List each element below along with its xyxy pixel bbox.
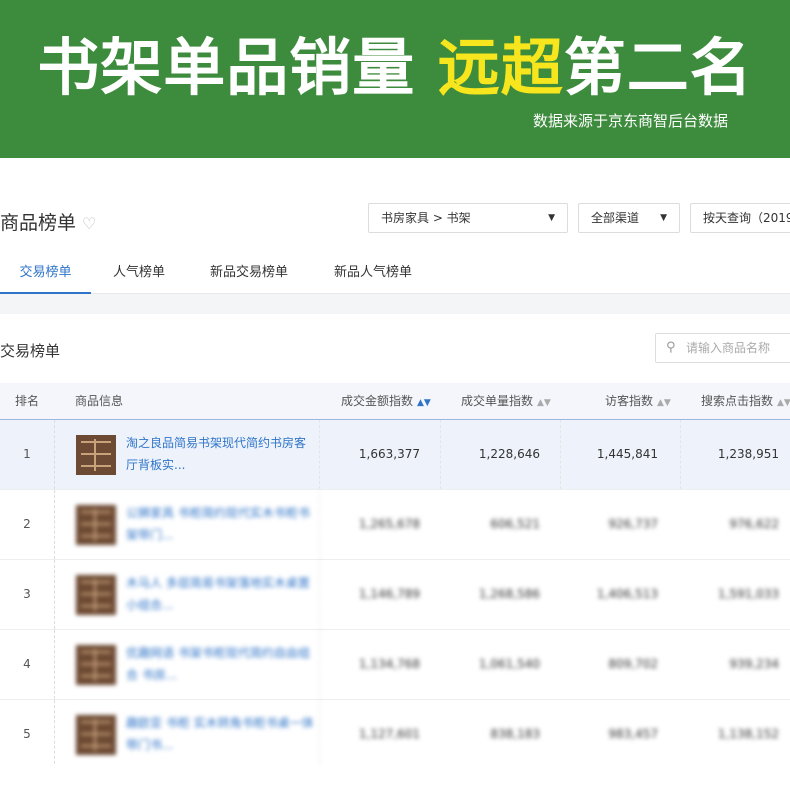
visitors-index: 809,702	[608, 657, 658, 671]
amount-index: 1,146,789	[358, 587, 420, 601]
quantity-index: 1,268,586	[478, 587, 540, 601]
amount-index: 1,134,768	[358, 657, 420, 671]
amount-index: 1,663,377	[358, 447, 420, 461]
header-product: 商品信息	[75, 394, 124, 408]
amount-index: 1,127,601	[358, 727, 420, 741]
product-thumbnail[interactable]	[76, 715, 116, 755]
header-quantity-label: 成交单量指数	[461, 394, 534, 408]
header-amount[interactable]: 成交金额指数 ▲▼	[341, 383, 431, 419]
table-header: 排名 商品信息 成交金额指数 ▲▼ 成交单量指数 ▲▼ 访客指数 ▲▼ 搜索点击指数 ▲…	[0, 383, 790, 420]
product-name-link[interactable]: 淘之良品简易书架现代简约书房客厅背板实...	[126, 432, 316, 476]
heart-outline-icon[interactable]: ♡	[82, 214, 96, 233]
tab-new-transaction-ranking[interactable]: 新品交易榜单	[197, 258, 301, 294]
caret-down-icon: ▼	[548, 213, 555, 223]
quantity-index: 606,521	[490, 517, 540, 531]
sort-icon: ▲▼	[777, 398, 790, 408]
caret-down-icon: ▼	[660, 213, 667, 223]
visitors-index: 983,457	[608, 727, 658, 741]
section-divider	[0, 294, 790, 314]
search-clicks-index: 939,234	[729, 657, 779, 671]
sort-icon: ▲▼	[417, 398, 431, 408]
product-cell: 公狮家具 书柜简约现代实木书柜书架带门...	[56, 490, 320, 559]
header-search-clicks-label: 搜索点击指数	[701, 394, 774, 408]
channel-select[interactable]: 全部渠道 ▼	[578, 203, 680, 233]
product-cell: 淘之良品简易书架现代简约书房客厅背板实...	[56, 420, 320, 489]
product-name-link[interactable]: 公狮家具 书柜简约现代实木书柜书架带门...	[126, 502, 316, 546]
sort-icon: ▲▼	[537, 398, 551, 408]
header-visitors-label: 访客指数	[605, 394, 654, 408]
rank-cell: 1	[0, 420, 55, 489]
category-select[interactable]: 书房家具 > 书架 ▼	[368, 203, 568, 233]
quantity-index: 1,228,646	[478, 447, 540, 461]
product-name-link[interactable]: 优趣网语 书架书柜现代简约自由组合 书房...	[126, 642, 316, 686]
banner-title: 书架单品销量 远超第二名	[0, 30, 790, 106]
search-input[interactable]	[686, 339, 790, 357]
table-row[interactable]: 5 趣欧亚 书柜 实木转角书柜书桌一体带门书... 1,127,601 838,…	[0, 700, 790, 770]
rank-cell: 4	[0, 630, 55, 699]
ranking-tabs: 交易榜单 人气榜单 新品交易榜单 新品人气榜单	[0, 258, 790, 294]
product-thumbnail[interactable]	[76, 505, 116, 545]
page-title: 商品榜单 ♡	[0, 208, 96, 235]
visitors-index: 1,406,513	[596, 587, 658, 601]
search-clicks-index: 1,591,033	[717, 587, 779, 601]
product-search: ⚲	[655, 333, 790, 363]
section-title: 交易榜单	[0, 342, 61, 360]
product-name-link[interactable]: 木马人 多层简易书架落地实木桌置小组合...	[126, 572, 316, 616]
header-search-clicks[interactable]: 搜索点击指数 ▲▼	[701, 383, 790, 419]
search-clicks-index: 1,238,951	[717, 447, 779, 461]
product-cell: 优趣网语 书架书柜现代简约自由组合 书房...	[56, 630, 320, 699]
table-row[interactable]: 4 优趣网语 书架书柜现代简约自由组合 书房... 1,134,768 1,06…	[0, 630, 790, 700]
search-clicks-index: 976,622	[729, 517, 779, 531]
table-row[interactable]: 2 公狮家具 书柜简约现代实木书柜书架带门... 1,265,678 606,5…	[0, 490, 790, 560]
quantity-index: 838,183	[490, 727, 540, 741]
product-thumbnail[interactable]	[76, 575, 116, 615]
quantity-index: 1,061,540	[478, 657, 540, 671]
banner-title-part2: 第二名	[563, 31, 753, 104]
product-name-link[interactable]: 趣欧亚 书柜 实木转角书柜书桌一体带门书...	[126, 712, 316, 756]
banner-subtitle: 数据来源于京东商智后台数据	[532, 112, 728, 130]
header-amount-label: 成交金额指数	[341, 394, 414, 408]
rank-cell: 5	[0, 700, 55, 769]
page-bottom	[0, 766, 790, 796]
product-cell: 趣欧亚 书柜 实木转角书柜书桌一体带门书...	[56, 700, 320, 769]
date-select-value: 按天查询（2019-	[703, 211, 790, 225]
tab-new-popularity-ranking[interactable]: 新品人气榜单	[322, 258, 424, 294]
product-cell: 木马人 多层简易书架落地实木桌置小组合...	[56, 560, 320, 629]
banner-title-part1: 书架单品销量	[37, 31, 438, 104]
table-row[interactable]: 1 淘之良品简易书架现代简约书房客厅背板实... 1,663,377 1,228…	[0, 420, 790, 490]
visitors-index: 1,445,841	[596, 447, 658, 461]
ranking-section: 交易榜单 ⚲ 排名 商品信息 成交金额指数▲▼ 成交单量指数▲▼ 访客指数▲▼ …	[0, 314, 790, 796]
page-title-text: 商品榜单	[0, 212, 77, 234]
tab-transaction-ranking[interactable]: 交易榜单	[0, 258, 91, 294]
promo-banner: 书架单品销量 远超第二名 数据来源于京东商智后台数据	[0, 0, 790, 158]
ranking-toolbar: 商品榜单 ♡ 书房家具 > 书架 ▼ 全部渠道 ▼ 按天查询（2019- 交易榜单…	[0, 158, 790, 294]
amount-index: 1,265,678	[358, 517, 420, 531]
header-quantity[interactable]: 成交单量指数 ▲▼	[461, 383, 551, 419]
sort-icon: ▲▼	[657, 398, 671, 408]
rank-cell: 2	[0, 490, 55, 559]
header-rank: 排名	[15, 394, 40, 408]
table-row[interactable]: 3 木马人 多层简易书架落地实木桌置小组合... 1,146,789 1,268…	[0, 560, 790, 630]
visitors-index: 926,737	[608, 517, 658, 531]
product-thumbnail[interactable]	[76, 435, 116, 475]
date-select[interactable]: 按天查询（2019-	[690, 203, 790, 233]
search-clicks-index: 1,138,152	[717, 727, 779, 741]
product-thumbnail[interactable]	[76, 645, 116, 685]
rank-cell: 3	[0, 560, 55, 629]
channel-select-value: 全部渠道	[591, 211, 640, 225]
category-select-value: 书房家具 > 书架	[381, 211, 471, 225]
tab-popularity-ranking[interactable]: 人气榜单	[99, 258, 179, 294]
banner-title-highlight: 远超	[437, 31, 564, 104]
header-visitors[interactable]: 访客指数 ▲▼	[605, 383, 671, 419]
search-icon: ⚲	[666, 340, 676, 355]
